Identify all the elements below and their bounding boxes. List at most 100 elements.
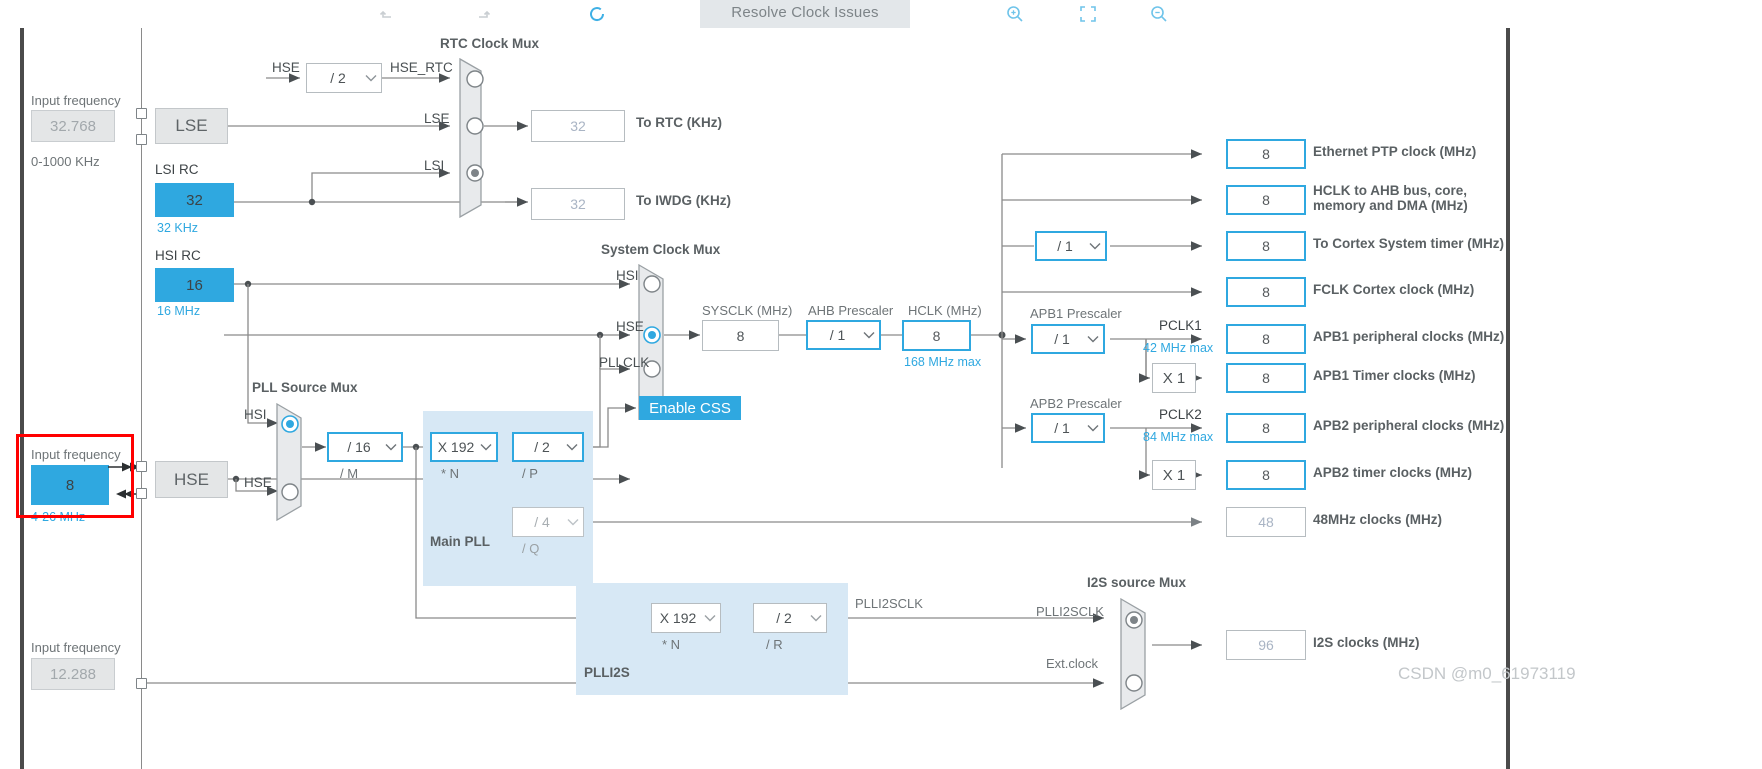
pll-source-mux-input-1[interactable] (281, 483, 299, 501)
pclk1-max-label: 42 MHz max (1143, 341, 1214, 355)
chevron-down-icon (1085, 233, 1105, 259)
lsi-rc-unit: 32 KHz (157, 221, 198, 235)
system-clock-mux-input-1[interactable] (643, 326, 661, 344)
i2s-source-mux-input-label-plli2sclk: PLLI2SCLK (1036, 604, 1104, 619)
sysclk-value: 8 (702, 320, 779, 351)
hse-pin-out[interactable] (136, 488, 147, 499)
output-label-48mhz: 48MHz clocks (MHz) (1313, 512, 1443, 527)
main-pll-band-label: Main PLL (430, 534, 490, 549)
output-value-cortex-systimer[interactable]: 8 (1226, 231, 1306, 261)
pll-n-multiplier-select[interactable]: X 192 (430, 432, 498, 462)
pll-source-mux-input-0[interactable] (281, 415, 299, 433)
refresh-icon[interactable] (580, 0, 614, 28)
rtc-mux-input-2[interactable] (466, 164, 484, 182)
to-iwdg-label: To IWDG (KHz) (636, 193, 731, 208)
redo-icon[interactable] (466, 0, 500, 28)
output-label-ethernet-ptp: Ethernet PTP clock (MHz) (1313, 144, 1477, 159)
rtc-clock-mux-title: RTC Clock Mux (440, 36, 540, 51)
i2s-source-mux-input-label-extclock: Ext.clock (1046, 656, 1099, 671)
pll-m-divider-select[interactable]: / 16 (327, 432, 403, 462)
toolbar: Resolve Clock Issues (0, 0, 1762, 28)
pclk2-label: PCLK2 (1159, 407, 1202, 422)
chevron-down-icon (476, 434, 496, 460)
system-clock-mux-title: System Clock Mux (601, 242, 721, 257)
pll-q-sublabel: / Q (522, 541, 540, 556)
output-value-ethernet-ptp[interactable]: 8 (1226, 139, 1306, 169)
output-label-hclk-ahb: HCLK to AHB bus, core, memory and DMA (M… (1313, 183, 1468, 213)
rtc-mux-input-label-lse: LSE (424, 111, 450, 126)
to-iwdg-value: 32 (531, 188, 625, 220)
output-value-fclk-cortex[interactable]: 8 (1226, 277, 1306, 307)
rtc-mux-input-0[interactable] (466, 70, 484, 88)
cortex-systick-prescaler-select[interactable]: / 1 (1035, 231, 1107, 261)
plli2s-n-multiplier-select[interactable]: X 192 (651, 603, 721, 633)
pll-n-sublabel: * N (441, 466, 460, 481)
ahb-prescaler-label: AHB Prescaler (808, 303, 894, 318)
fit-to-screen-icon[interactable] (1071, 0, 1105, 28)
chevron-down-icon (1083, 326, 1103, 352)
lsi-rc-title: LSI RC (155, 162, 199, 177)
output-value-apb1-peripheral[interactable]: 8 (1226, 324, 1306, 354)
pll-p-sublabel: / P (522, 466, 538, 481)
pll-source-mux-input-label-hse: HSE (244, 475, 272, 490)
pll-m-sublabel: / M (340, 466, 359, 481)
resolve-clock-issues-button[interactable]: Resolve Clock Issues (700, 0, 910, 28)
to-rtc-label: To RTC (KHz) (636, 115, 722, 130)
output-label-cortex-systimer: To Cortex System timer (MHz) (1313, 236, 1505, 251)
output-value-apb2-timer[interactable]: 8 (1226, 460, 1306, 490)
system-clock-mux-input-0[interactable] (643, 275, 661, 293)
zoom-in-icon[interactable] (998, 0, 1032, 28)
system-clock-mux-input-label-hsi: HSI (616, 268, 639, 283)
apb1-prescaler-label: APB1 Prescaler (1030, 306, 1122, 321)
hse-input-frequency-field[interactable]: 8 (31, 465, 109, 505)
hclk-max-label: 168 MHz max (904, 355, 982, 369)
hse-range-label: 4-26 MHz (31, 510, 86, 524)
lse-pin-in[interactable] (136, 108, 147, 119)
output-label-i2s: I2S clocks (MHz) (1313, 635, 1420, 650)
output-value-apb1-timer[interactable]: 8 (1226, 363, 1306, 393)
pclk1-label: PCLK1 (1159, 318, 1202, 333)
watermark-text: CSDN @m0_61973119 (1398, 664, 1576, 683)
lse-range-label: 0-1000 KHz (31, 154, 100, 169)
i2s-source-mux-input-1[interactable] (1125, 674, 1143, 692)
output-value-i2s: 96 (1226, 630, 1306, 660)
cortex-systick-prescaler-value: / 1 (1057, 238, 1073, 254)
lse-input-frequency-field[interactable]: 32.768 (31, 110, 115, 142)
lse-source-box[interactable]: LSE (155, 108, 228, 144)
hse-pin-in[interactable] (136, 461, 147, 472)
plli2s-r-divider-select[interactable]: / 2 (753, 603, 827, 633)
pll-source-mux-title: PLL Source Mux (252, 380, 358, 395)
hse-rtc-output-label: HSE_RTC (390, 60, 453, 75)
apb1-prescaler-select[interactable]: / 1 (1031, 324, 1105, 354)
plli2sclk-label: PLLI2SCLK (855, 596, 923, 611)
lse-pin-out[interactable] (136, 134, 147, 145)
undo-icon[interactable] (370, 0, 404, 28)
lsi-rc-field[interactable]: 32 (155, 183, 234, 217)
hsi-rc-field[interactable]: 16 (155, 268, 234, 302)
chevron-down-icon (563, 508, 583, 536)
apb2-prescaler-select[interactable]: / 1 (1031, 413, 1105, 443)
output-value-apb2-peripheral[interactable]: 8 (1226, 413, 1306, 443)
pclk2-max-label: 84 MHz max (1143, 430, 1214, 444)
enable-css-button[interactable]: Enable CSS (639, 396, 741, 420)
plli2s-r-sublabel: / R (766, 637, 783, 652)
output-value-hclk-ahb[interactable]: 8 (1226, 185, 1306, 215)
hsi-rc-title: HSI RC (155, 248, 201, 263)
apb1-timer-multiplier: X 1 (1152, 363, 1196, 393)
i2s-pin[interactable] (136, 678, 147, 689)
plli2s-r-divider-value: / 2 (776, 610, 792, 626)
output-label-apb2-timer: APB2 timer clocks (MHz) (1313, 465, 1473, 480)
rtc-mux-input-1[interactable] (466, 117, 484, 135)
i2s-source-mux-input-0[interactable] (1125, 611, 1143, 629)
i2s-input-frequency-field[interactable]: 12.288 (31, 658, 115, 690)
hclk-value[interactable]: 8 (902, 320, 971, 351)
hse-rtc-divider-select[interactable]: / 2 (306, 63, 382, 93)
ahb-prescaler-select[interactable]: / 1 (806, 320, 881, 350)
hse-source-box[interactable]: HSE (155, 461, 228, 498)
resolve-clock-issues-label: Resolve Clock Issues (731, 3, 879, 21)
chevron-down-icon (361, 64, 381, 92)
zoom-out-icon[interactable] (1142, 0, 1176, 28)
pll-p-divider-value: / 2 (534, 439, 550, 455)
pll-p-divider-select[interactable]: / 2 (512, 432, 584, 462)
pll-q-divider-select[interactable]: / 4 (512, 507, 584, 537)
